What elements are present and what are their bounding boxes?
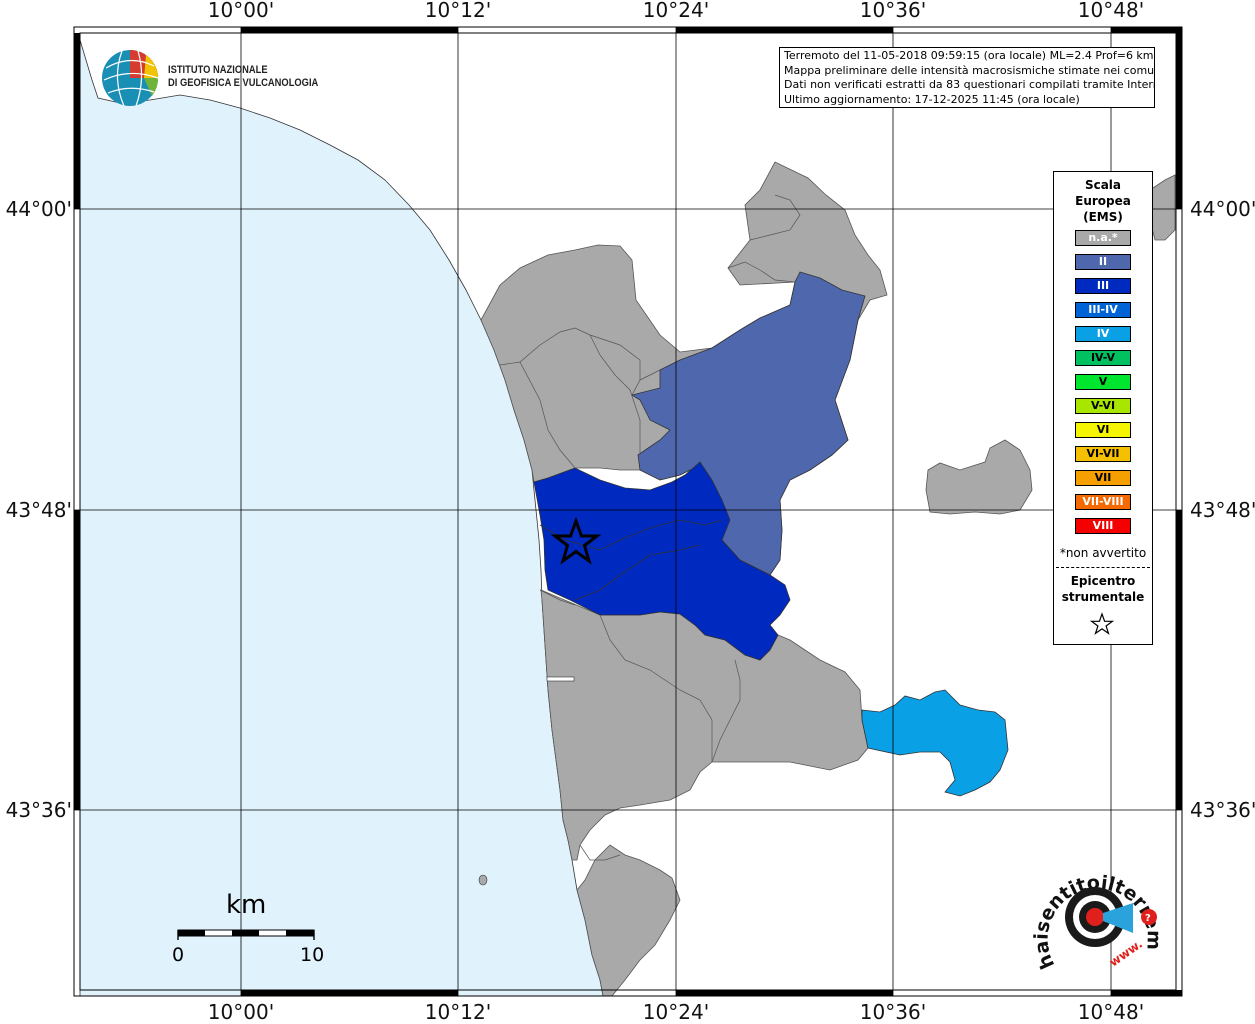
legend-swatch-n-a-: n.a.*	[1075, 230, 1131, 246]
lon-label-top: 10°00'	[207, 0, 275, 22]
legend-swatch-iii-iv: III-IV	[1075, 302, 1131, 318]
legend-swatch-iii: III	[1075, 278, 1131, 294]
legend-epicenter-label: Epicentro strumentale	[1061, 574, 1145, 604]
lon-label-top: 10°12'	[424, 0, 492, 22]
haisentito-logo: haisentitoilterremoto.it ? www.	[1025, 855, 1165, 972]
ems-legend: Scala Europea (EMS) n.a.* II III III-IV IV IV…	[1053, 171, 1153, 645]
legend-swatch-v: V	[1075, 374, 1131, 390]
earthquake-info-box: Terremoto del 11-05-2018 09:59:15 (ora l…	[779, 47, 1155, 108]
lat-label-left: 44°00'	[5, 197, 72, 221]
lat-label-left: 43°48'	[5, 498, 72, 522]
lon-label-bottom: 10°36'	[859, 1000, 927, 1024]
legend-swatch-ii: II	[1075, 254, 1131, 270]
lon-label-bottom: 10°12'	[424, 1000, 492, 1024]
legend-swatch-vi: VI	[1075, 422, 1131, 438]
lon-label-top: 10°24'	[642, 0, 710, 22]
svg-text:?: ?	[1145, 913, 1151, 924]
ingv-name: ISTITUTO NAZIONALE DI GEOFISICA E VULCAN…	[168, 64, 319, 89]
info-line-updated: Ultimo aggiornamento: 17-12-2025 11:45 (…	[784, 92, 1080, 106]
lat-label-right: 43°48'	[1190, 498, 1255, 522]
legend-swatch-iv-v: IV-V	[1075, 350, 1131, 366]
scale-start: 0	[172, 944, 185, 966]
legend-swatch-vi-vii: VI-VII	[1075, 446, 1131, 462]
info-line-event: Terremoto del 11-05-2018 09:59:15 (ora l…	[784, 49, 1154, 62]
lon-label-bottom: 10°24'	[642, 1000, 710, 1024]
legend-separator	[1056, 567, 1150, 568]
lon-label-top: 10°36'	[859, 0, 927, 22]
lon-label-top: 10°48'	[1077, 0, 1145, 22]
svg-text:www.: www.	[1107, 937, 1145, 970]
lat-label-right: 44°00'	[1190, 197, 1255, 221]
scale-unit: km	[226, 890, 267, 920]
legend-swatch-vii-viii: VII-VIII	[1075, 494, 1131, 510]
legend-title: Scala Europea (EMS)	[1075, 178, 1131, 224]
legend-note: *non avvertito	[1059, 546, 1147, 560]
scale-bar: km 0 10	[170, 890, 340, 970]
legend-swatch-viii: VIII	[1075, 518, 1131, 534]
legend-swatch-iv: IV	[1075, 326, 1131, 342]
lon-label-bottom: 10°00'	[207, 1000, 275, 1024]
lat-label-right: 43°36'	[1190, 798, 1255, 822]
info-line-data: Dati non verificati estratti da 83 quest…	[784, 78, 1155, 91]
lon-label-bottom: 10°48'	[1077, 1000, 1145, 1024]
lat-label-left: 43°36'	[5, 798, 72, 822]
scale-end: 10	[300, 944, 325, 966]
legend-swatch-vii: VII	[1075, 470, 1131, 486]
legend-swatch-v-vi: V-VI	[1075, 398, 1131, 414]
info-line-map: Mappa preliminare delle intensità macros…	[784, 63, 1155, 77]
legend-star-icon	[1090, 612, 1114, 635]
